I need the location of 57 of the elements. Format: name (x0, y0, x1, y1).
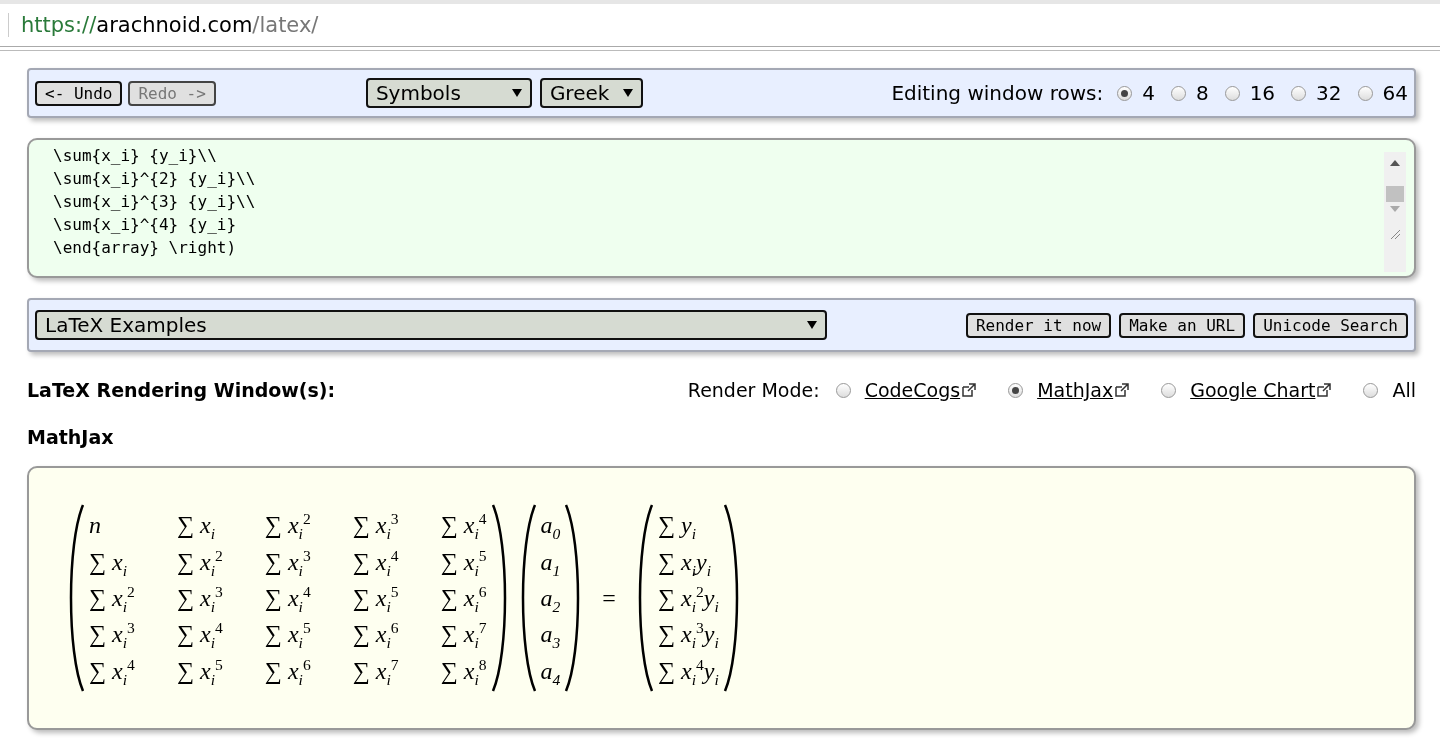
radio-button[interactable] (1161, 382, 1177, 398)
dropdown[interactable]: Symbols (365, 78, 532, 108)
radio-label: 16 (1249, 81, 1276, 105)
math-term: a$_{1}$ (540, 547, 561, 577)
math-term: ∑ x$_{i}$$^{3}$y$_{i}$ (657, 619, 719, 650)
examples-dropdown[interactable]: LaTeX Examples (35, 310, 827, 340)
math-term: ∑ x$_{i}$ (176, 511, 216, 541)
radio-button[interactable] (1117, 85, 1133, 101)
math-term: n (89, 511, 102, 541)
caret-icon (807, 320, 817, 330)
caret-icon (511, 88, 522, 98)
math-term: a$_{0}$ (540, 511, 561, 541)
external-link-icon (962, 383, 977, 397)
radio-button[interactable] (1291, 85, 1307, 101)
code-editor[interactable]: \sum{x_i} {y_i}\\ \sum{x_i}^{2} {y_i}\\ \sum{x_i}^{3} {y_i}\\ \sum{x_i}^{4} {y_i} \end{array} \right) (27, 138, 1416, 278)
math-term: ∑ x$_{i}$$^{4}$y$_{i}$ (657, 655, 719, 686)
output-title: MathJax (27, 426, 115, 448)
render-mode-link[interactable]: CodeCogs (864, 379, 961, 401)
radio-label: 64 (1382, 81, 1408, 105)
radio-button[interactable] (1363, 382, 1379, 398)
scroll-up-icon[interactable] (1390, 160, 1400, 166)
math-term: ∑ y$_{i}$ (657, 511, 697, 541)
radio-label: 4 (1142, 81, 1155, 105)
undo-button[interactable]: <- Undo (35, 80, 123, 106)
math-term: a$_{3}$ (540, 620, 561, 650)
math-term: ∑ x$_{i}$ (89, 547, 129, 577)
radio-button[interactable] (835, 382, 851, 398)
math-term: a$_{4}$ (540, 656, 561, 686)
radio-button[interactable] (1170, 85, 1186, 101)
caret-icon (623, 88, 634, 98)
radio-label: 8 (1195, 81, 1209, 105)
external-link-icon (1317, 383, 1332, 397)
external-link-icon (1115, 383, 1130, 397)
radio-button[interactable] (1008, 382, 1024, 398)
render-mode-label: Render Mode: (687, 379, 820, 401)
scrollbar[interactable] (1384, 152, 1406, 272)
scroll-thumb[interactable] (1386, 186, 1404, 202)
action-button[interactable]: Unicode Search (1253, 312, 1408, 338)
radio-button[interactable] (1224, 85, 1240, 101)
radio-label: 32 (1316, 81, 1342, 105)
math-term: ∑ x$_{i}$$^{2}$y$_{i}$ (657, 583, 719, 613)
math-term: a$_{2}$ (540, 584, 561, 613)
radio-label: All (1392, 379, 1416, 401)
dropdown[interactable]: Greek (539, 78, 644, 108)
math-term: ∑ x$_{i}$y$_{i}$ (657, 547, 712, 577)
render-mode-link[interactable]: MathJax (1037, 379, 1114, 401)
action-button[interactable]: Render it now (965, 312, 1112, 338)
section-heading: LaTeX Rendering Window(s): (27, 379, 336, 401)
render-mode-link[interactable]: Google Chart (1190, 379, 1316, 401)
address-bar-url[interactable]: https://arachnoid.com/latex/ (8, 13, 319, 37)
latex-code: \sum{x_i} {y_i}\\ \sum{x_i}^{2} {y_i}\\ \sum{x_i}^{3} {y_i}\\ \sum{x_i}^{4} {y_i} \end{array} \right) (53, 145, 257, 259)
resize-grip-icon[interactable] (1389, 228, 1401, 240)
action-button[interactable]: Make an URL (1119, 312, 1246, 338)
scroll-down-icon[interactable] (1390, 206, 1400, 212)
equals-sign: = (602, 584, 616, 613)
rows-label: Editing window rows: (891, 81, 1104, 105)
radio-button[interactable] (1357, 85, 1373, 101)
